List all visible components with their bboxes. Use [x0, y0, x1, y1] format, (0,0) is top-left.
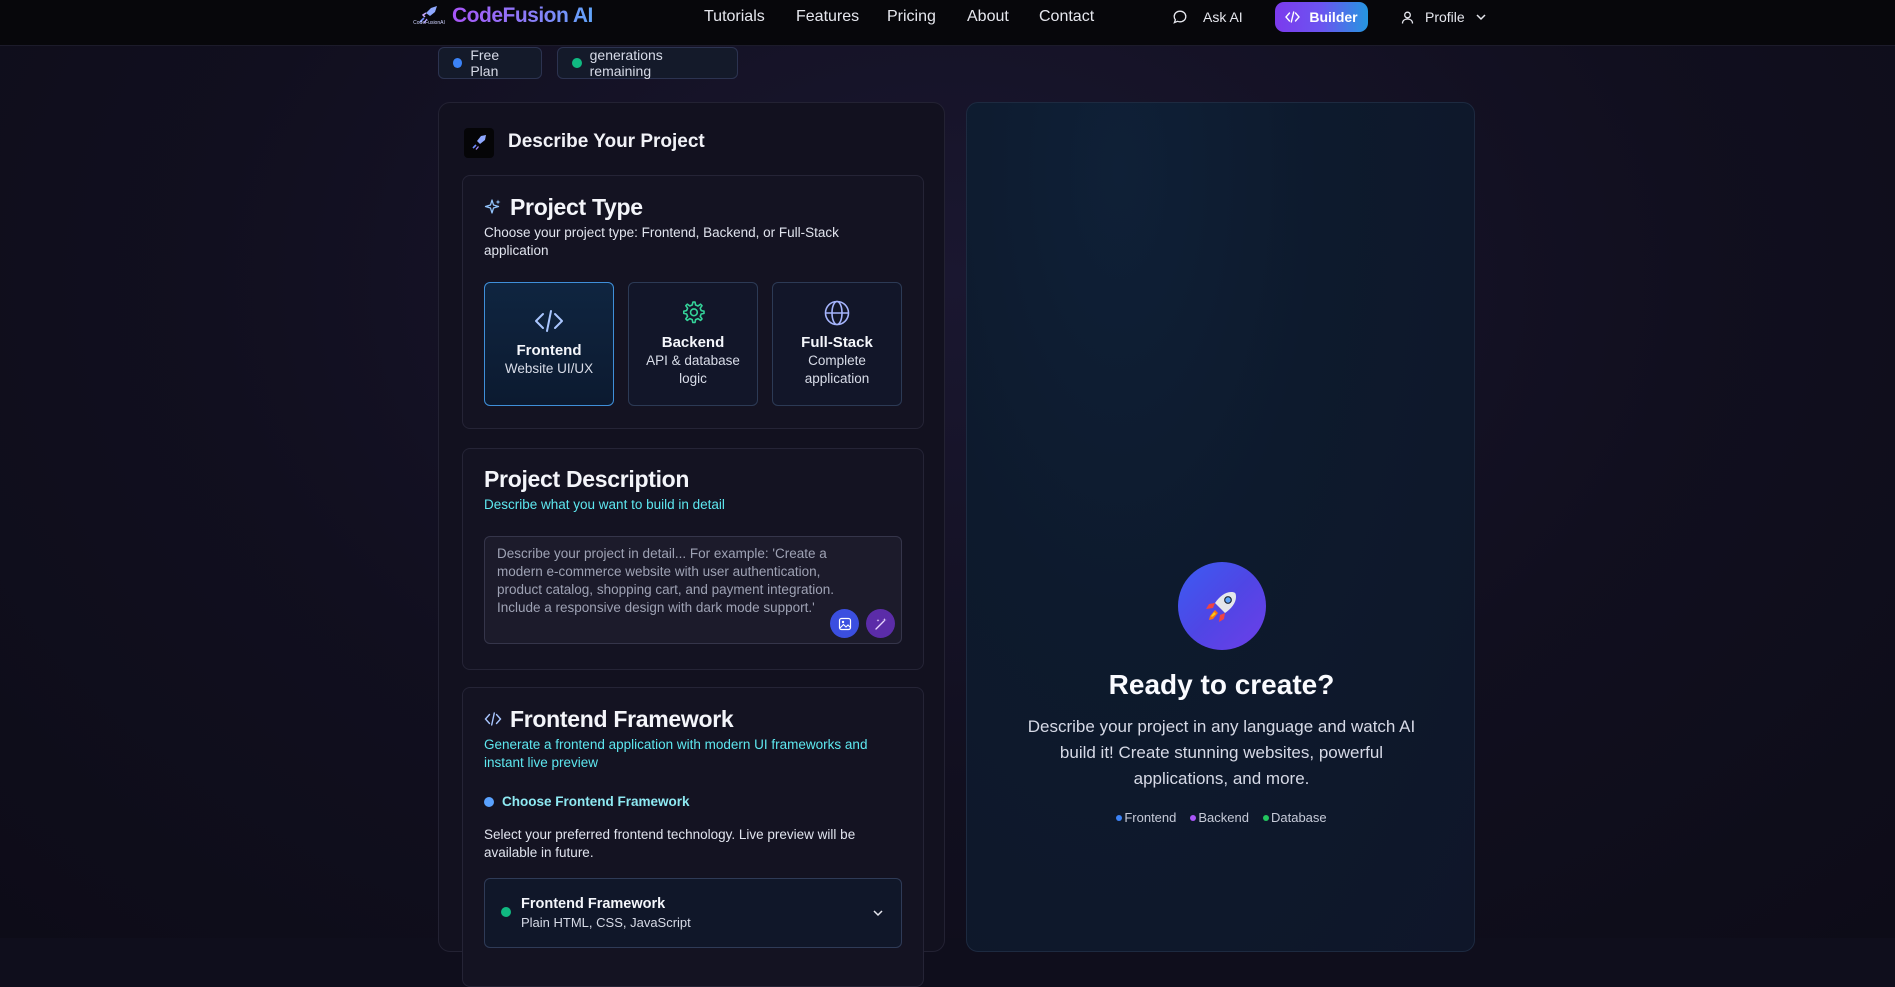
ready-title: Ready to create?	[1108, 669, 1335, 700]
logo-mini-text: CodeFusionAI	[413, 20, 445, 26]
image-icon	[838, 617, 851, 630]
status-dot	[572, 58, 582, 68]
project-type-fullstack[interactable]: Full-Stack Complete application	[772, 282, 902, 406]
project-description-card: Project Description Describe what you wa…	[462, 448, 924, 670]
legend-item-database: Database	[1262, 810, 1327, 825]
description-title: Project Description	[484, 466, 690, 492]
plan-badge-label: Free Plan	[470, 47, 500, 79]
code-icon	[535, 310, 563, 332]
panel-title: Describe Your Project	[508, 131, 705, 152]
rocket-icon	[464, 128, 494, 158]
status-dot	[453, 58, 463, 68]
ready-description: Describe your project in any language an…	[1027, 717, 1416, 788]
nav-link-about[interactable]: About	[967, 8, 1009, 26]
framework-subtitle: Generate a frontend application with mod…	[484, 737, 868, 770]
framework-select-value: Plain HTML, CSS, JavaScript	[521, 915, 691, 930]
globe-icon	[824, 300, 850, 326]
type-name: Backend	[661, 334, 725, 351]
chevron-down-icon	[873, 910, 883, 917]
code-icon	[1285, 11, 1301, 23]
upload-image-button[interactable]	[830, 609, 859, 638]
gear-icon	[683, 301, 705, 324]
type-name: Frontend	[516, 342, 582, 359]
chat-bubble-icon	[1173, 10, 1187, 24]
stack-legend: Frontend Backend Database	[967, 810, 1476, 825]
status-dot	[501, 907, 511, 917]
legend-item-backend: Backend	[1190, 810, 1249, 825]
project-type-backend[interactable]: Backend API & database logic	[628, 282, 758, 406]
ask-ai-button[interactable]: Ask AI	[1172, 6, 1243, 28]
project-type-frontend[interactable]: Frontend Website UI/UX	[484, 282, 614, 406]
nav-link-tutorials[interactable]: Tutorials	[704, 8, 765, 26]
legend-label: Backend	[1198, 810, 1249, 825]
legend-item-frontend: Frontend	[1116, 810, 1176, 825]
project-form-panel: Describe Your Project Project Type Choos…	[438, 102, 945, 987]
magic-wand-icon	[874, 617, 887, 630]
framework-title: Frontend Framework	[510, 706, 734, 732]
choose-framework-label: Choose Frontend Framework	[484, 794, 690, 809]
type-desc: Website UI/UX	[504, 361, 594, 376]
rocket-badge	[1178, 562, 1266, 650]
nav-link-pricing[interactable]: Pricing	[887, 8, 936, 26]
legend-dot	[1190, 814, 1197, 821]
type-desc: Complete application	[804, 353, 870, 386]
rocket-icon	[1206, 592, 1236, 622]
status-dot	[484, 796, 494, 807]
project-type-title: Project Type	[510, 194, 643, 220]
logo-rocket-icon[interactable]	[411, 4, 445, 30]
type-name: Full-Stack	[801, 334, 873, 351]
nav-link-contact[interactable]: Contact	[1039, 8, 1094, 26]
builder-label: Builder	[1309, 9, 1358, 25]
plan-badge: Free Plan	[438, 47, 542, 79]
code-icon	[484, 712, 502, 726]
profile-label: Profile	[1425, 9, 1465, 25]
enhance-prompt-button[interactable]	[866, 609, 895, 638]
project-type-subtitle: Choose your project type: Frontend, Back…	[484, 225, 839, 258]
type-desc: API & database logic	[646, 353, 740, 386]
sparkles-icon	[484, 199, 501, 214]
chevron-down-icon	[1476, 14, 1486, 21]
preview-panel: Ready to create? Describe your project i…	[966, 102, 1475, 952]
framework-help-text: Select your preferred frontend technolog…	[484, 827, 856, 860]
description-placeholder: Describe your project in detail... For e…	[497, 546, 834, 615]
choose-framework-text: Choose Frontend Framework	[502, 794, 690, 809]
legend-dot	[1262, 814, 1269, 821]
ask-ai-label: Ask AI	[1203, 9, 1243, 25]
nav-link-features[interactable]: Features	[796, 8, 859, 26]
legend-label: Frontend	[1124, 810, 1177, 825]
profile-menu[interactable]: Profile	[1400, 6, 1487, 28]
brand-name[interactable]: CodeFusion AI	[452, 4, 593, 28]
legend-label: Database	[1270, 810, 1327, 825]
framework-select-title: Frontend Framework	[521, 896, 666, 912]
description-subtitle: Describe what you want to build in detai…	[484, 497, 725, 512]
generations-badge-label: generations remaining	[589, 47, 663, 79]
navbar: CodeFusionAI CodeFusion AI Tutorials Fea…	[0, 0, 1895, 46]
project-type-card: Project Type Choose your project type: F…	[462, 175, 924, 429]
generations-badge: generations remaining	[557, 47, 738, 79]
user-icon	[1401, 11, 1414, 24]
builder-button[interactable]: Builder	[1275, 2, 1368, 32]
frontend-framework-card: Frontend Framework Generate a frontend a…	[462, 687, 924, 987]
project-description-input[interactable]: Describe your project in detail... For e…	[484, 536, 902, 644]
legend-dot	[1116, 814, 1123, 821]
